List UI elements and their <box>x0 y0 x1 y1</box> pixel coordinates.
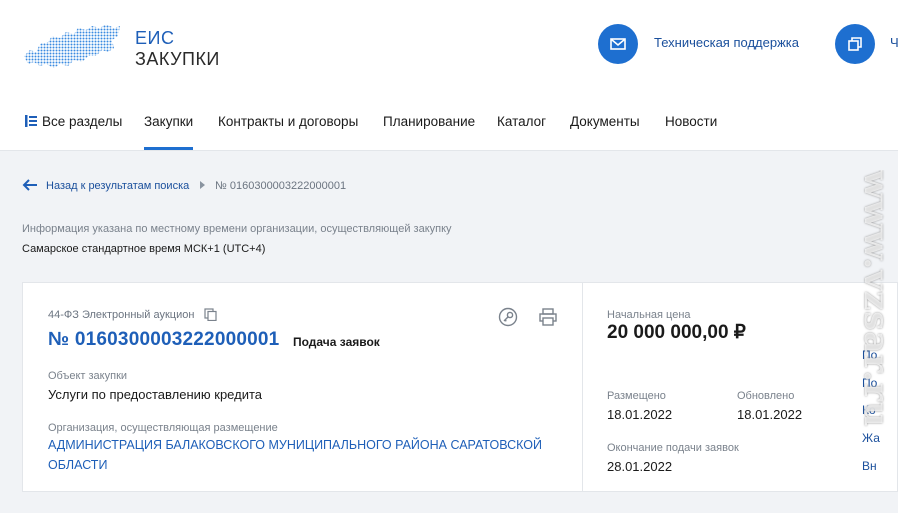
chevron-right-icon <box>200 181 205 189</box>
updated-value: 18.01.2022 <box>737 407 803 422</box>
updated-label: Обновлено <box>737 390 795 402</box>
nav-contracts[interactable]: Контракты и договоры <box>218 96 358 150</box>
support-mail-button[interactable] <box>598 24 638 64</box>
nav-catalog[interactable]: Каталог <box>497 96 546 150</box>
procurement-number[interactable]: № 0160300003222000001 <box>48 329 279 351</box>
object-value: Услуги по предоставлению кредита <box>48 387 263 402</box>
watermark: www.vzsar.ru <box>862 170 898 500</box>
site-header: ЕИС ЗАКУПКИ Техническая поддержка Ч <box>0 0 898 97</box>
organization-label: Организация, осуществляющая размещение <box>48 422 278 434</box>
header-link-cut[interactable]: Ч <box>890 35 898 50</box>
price-value: 20 000 000,00 ₽ <box>607 322 746 343</box>
nav-news[interactable]: Новости <box>665 96 717 150</box>
key-icon[interactable] <box>498 307 518 327</box>
deadline-label: Окончание подачи заявок <box>607 442 739 454</box>
logo-line-eis: ЕИС <box>135 28 175 48</box>
law-type: 44-ФЗ Электронный аукцион <box>48 309 195 321</box>
timezone-note: Информация указана по местному времени о… <box>22 223 452 235</box>
russia-map-logo-icon[interactable] <box>22 22 122 72</box>
print-icon[interactable] <box>538 307 558 327</box>
placed-value: 18.01.2022 <box>607 407 673 422</box>
logo-line-zakupki: ЗАКУПКИ <box>135 49 220 69</box>
status-badge: Подача заявок <box>293 335 380 349</box>
nav-label: Все разделы <box>42 114 123 129</box>
price-label: Начальная цена <box>607 309 691 321</box>
nav-documents[interactable]: Документы <box>570 96 640 150</box>
nav-all-sections[interactable]: Все разделы <box>24 96 122 150</box>
sections-icon <box>25 114 37 127</box>
placed-label: Размещено <box>607 390 666 402</box>
nav-planning[interactable]: Планирование <box>383 96 475 150</box>
organization-link[interactable]: АДМИНИСТРАЦИЯ БАЛАКОВСКОГО МУНИЦИПАЛЬНОГ… <box>48 435 568 475</box>
back-to-results-link[interactable]: Назад к результатам поиска <box>46 180 189 192</box>
watermark-text: www.vzsar.ru <box>862 170 896 428</box>
windows-button[interactable] <box>835 24 875 64</box>
main-nav: Все разделы Закупки Контракты и договоры… <box>0 96 898 151</box>
breadcrumb-current: № 0160300003222000001 <box>215 180 347 192</box>
procurement-card: 44-ФЗ Электронный аукцион № 016030000322… <box>22 282 898 492</box>
copy-icon[interactable] <box>204 308 217 321</box>
deadline-value: 28.01.2022 <box>607 459 673 474</box>
timezone-value: Самарское стандартное время МСК+1 (UTC+4… <box>22 243 266 255</box>
support-link[interactable]: Техническая поддержка <box>654 35 799 50</box>
arrow-left-icon[interactable] <box>22 178 38 192</box>
site-logo-text[interactable]: ЕИС ЗАКУПКИ <box>135 28 220 70</box>
card-divider <box>582 283 583 491</box>
nav-zakupki[interactable]: Закупки <box>144 96 194 150</box>
object-label: Объект закупки <box>48 370 128 382</box>
windows-icon <box>848 37 862 51</box>
mail-icon <box>610 38 626 50</box>
